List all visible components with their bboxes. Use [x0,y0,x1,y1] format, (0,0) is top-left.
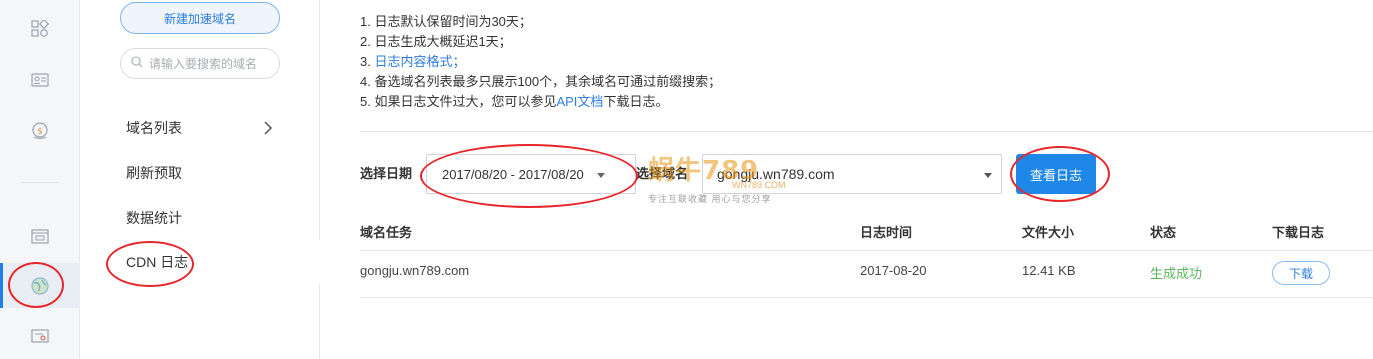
cell-size: 12.41 KB [1022,263,1076,278]
nav-lower-panel [80,283,320,359]
view-log-button[interactable]: 查看日志 [1016,154,1096,194]
icon-rail: $ [0,0,80,359]
domain-select[interactable]: gongju.wn789.com [702,154,1002,194]
nav-item-statistics[interactable]: 数据统计 [126,208,182,228]
search-icon [131,56,143,71]
search-input[interactable] [149,56,269,71]
col-header-status: 状态 [1150,225,1177,240]
table-header-border [360,250,1373,251]
caret-down-icon [597,173,605,178]
col-header-time: 日志时间 [860,225,913,240]
chevron-right-icon [262,120,274,135]
date-range-picker[interactable]: 2017/08/20 - 2017/08/20 [426,154,636,194]
note-3: 3. 日志内容格式； [360,54,466,69]
nav-item-cdn-log-row[interactable] [80,240,320,283]
folder-icon[interactable] [29,225,51,247]
cell-status: 生成成功 [1150,266,1203,281]
section-divider [360,131,1373,132]
domain-label: 选择域名 [636,166,689,181]
rail-active-indicator [0,263,3,308]
nav-item-domain-list[interactable]: 域名列表 [126,118,182,138]
domain-search[interactable] [120,48,280,79]
date-label: 选择日期 [360,166,413,181]
grid-icon[interactable] [29,18,51,40]
col-header-size: 文件大小 [1022,225,1075,240]
nav-border [319,0,320,240]
note-2: 2. 日志生成大概延迟1天； [360,34,512,49]
note-1: 1. 日志默认保留时间为30天； [360,14,532,29]
nav-item-refresh[interactable]: 刷新预取 [126,163,182,183]
api-docs-link[interactable]: API文档 [556,94,603,109]
col-header-download: 下载日志 [1272,225,1325,240]
note-4: 4. 备选域名列表最多只展示100个，其余域名可通过前缀搜索； [360,74,722,89]
svg-text:$: $ [37,127,42,136]
log-format-link[interactable]: 日志内容格式 [374,54,452,69]
id-card-icon[interactable] [29,69,51,91]
rail-divider [22,182,58,183]
date-range-value: 2017/08/20 - 2017/08/20 [442,166,584,182]
table-row-border [360,297,1373,298]
certificate-icon[interactable] [29,325,51,347]
cdn-globe-icon[interactable] [29,275,51,297]
nav-item-cdn-log[interactable]: CDN 日志 [126,252,188,272]
caret-down-icon [984,173,992,178]
domain-select-value: gongju.wn789.com [717,166,835,182]
log-notes: 1. 日志默认保留时间为30天； 2. 日志生成大概延迟1天； 3. 日志内容格… [360,12,721,112]
coin-icon[interactable]: $ [29,120,51,142]
new-domain-button[interactable]: 新建加速域名 [120,2,280,34]
cell-time: 2017-08-20 [860,263,927,278]
download-button[interactable]: 下载 [1272,261,1330,285]
note-5: 5. 如果日志文件过大，您可以参见API文档下载日志。 [360,94,669,109]
col-header-domain: 域名任务 [360,225,413,240]
cell-domain: gongju.wn789.com [360,263,470,278]
